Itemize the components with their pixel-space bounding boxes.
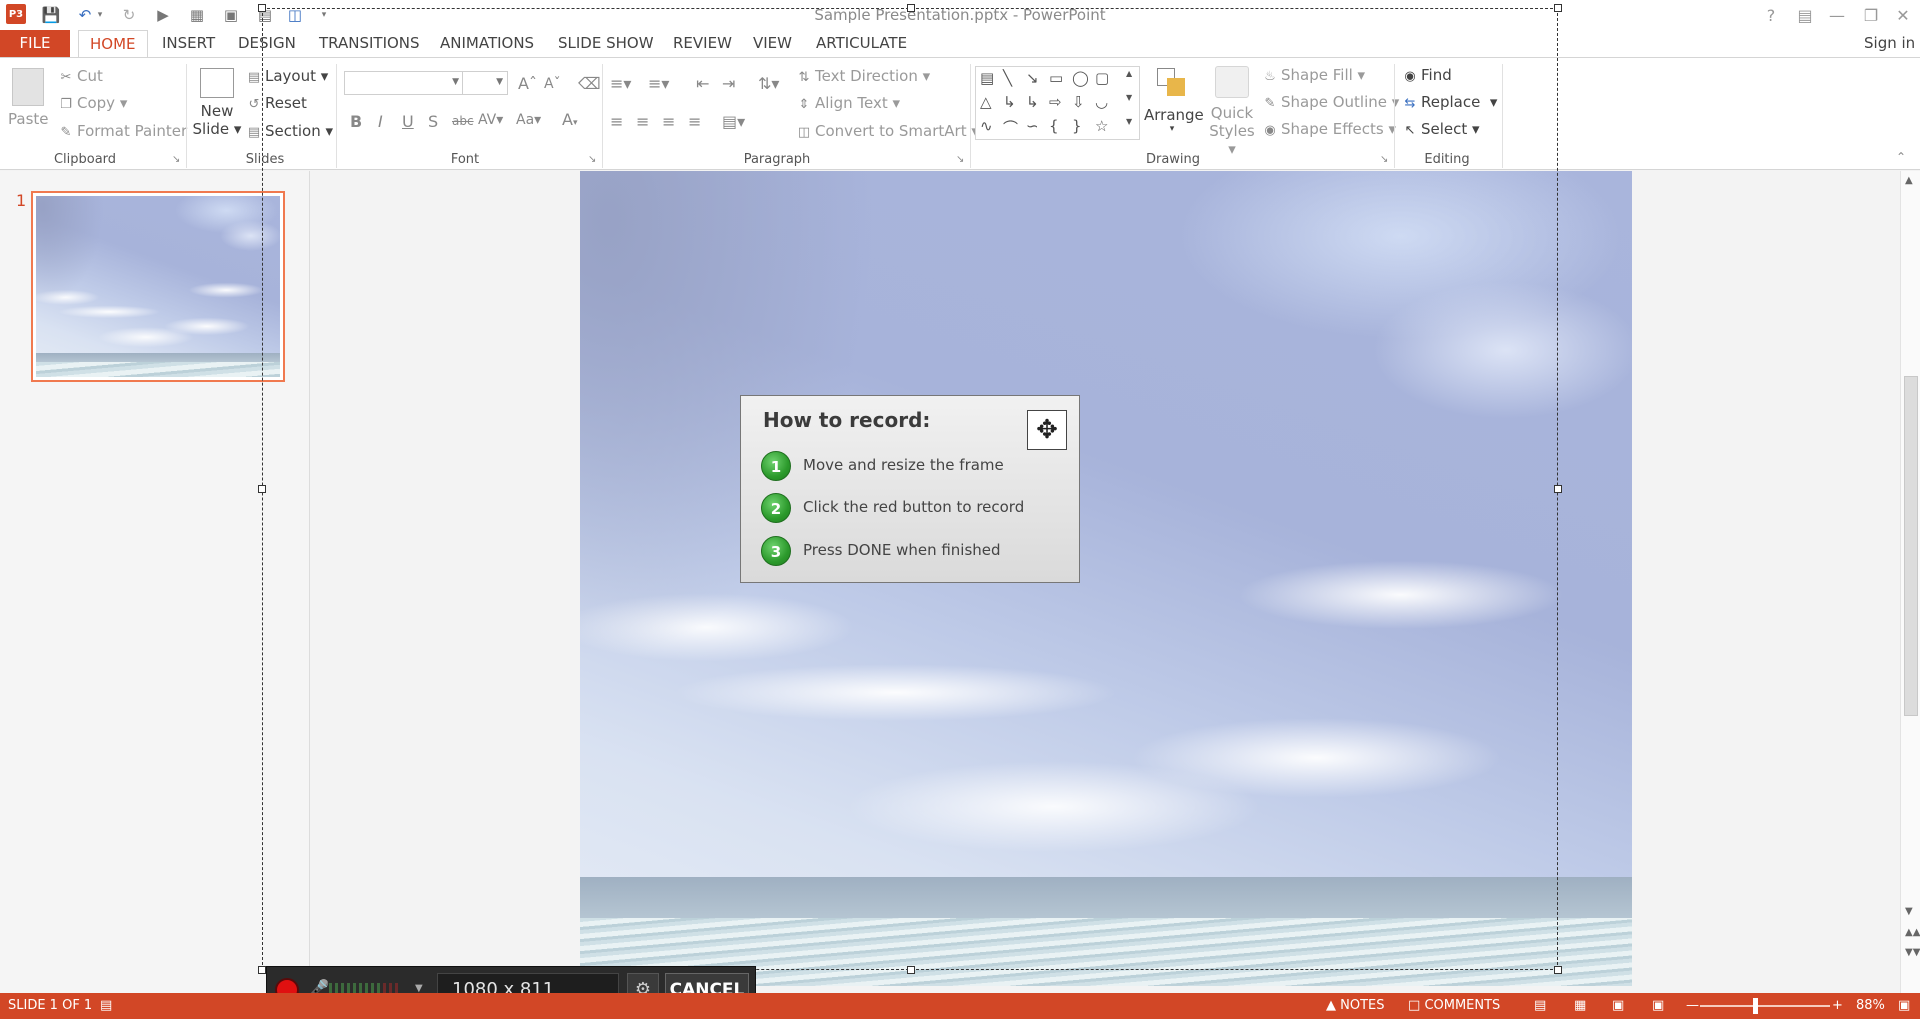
notes-button[interactable]: ▲ NOTES xyxy=(1326,998,1385,1013)
tab-file[interactable]: FILE xyxy=(0,30,70,58)
step-number-badge: 1 xyxy=(761,451,791,481)
step-text: Move and resize the frame xyxy=(803,456,1004,474)
minimize-icon[interactable]: — xyxy=(1822,4,1852,26)
notes-icon: ▲ xyxy=(1326,998,1336,1013)
step-number-badge: 2 xyxy=(761,493,791,523)
section-icon: ▤ xyxy=(247,125,261,140)
comments-button[interactable]: □ COMMENTS xyxy=(1408,998,1500,1013)
next-slide-icon[interactable]: ▼▼ xyxy=(1905,947,1920,958)
tab-home[interactable]: HOME xyxy=(78,30,148,58)
zoom-level[interactable]: 88% xyxy=(1856,998,1885,1013)
clipboard-launcher-icon[interactable]: ↘ xyxy=(172,154,180,165)
resize-handle-top[interactable] xyxy=(907,4,915,12)
how-to-record-panel: How to record: ✥ 1 Move and resize the f… xyxy=(740,395,1080,583)
move-frame-icon[interactable]: ✥ xyxy=(1027,410,1067,450)
brush-icon: ✎ xyxy=(60,125,72,140)
help-icon[interactable]: ? xyxy=(1756,4,1786,26)
step-text: Click the red button to record xyxy=(803,498,1025,516)
comment-icon: □ xyxy=(1408,998,1421,1013)
zoom-slider-track[interactable] xyxy=(1700,1005,1830,1007)
resize-handle-bottom[interactable] xyxy=(907,966,915,974)
paste-button[interactable]: Paste xyxy=(8,64,49,146)
copy-icon: ❐ xyxy=(60,97,72,112)
thumbnail-sky-image xyxy=(36,196,280,377)
resize-handle-right[interactable] xyxy=(1554,485,1562,493)
status-bar: SLIDE 1 OF 1 ▤ ▲ NOTES □ COMMENTS ▤ ▦ ▣ … xyxy=(0,993,1920,1019)
zoom-out-icon[interactable]: — xyxy=(1686,998,1699,1013)
resize-handle-top-right[interactable] xyxy=(1554,4,1562,12)
new-slide-button[interactable]: New Slide ▾ xyxy=(192,64,242,149)
scroll-down-icon[interactable]: ▼ xyxy=(1905,906,1913,917)
fit-slide-icon[interactable]: ▣ xyxy=(1898,998,1910,1013)
scroll-up-icon[interactable]: ▲ xyxy=(1905,175,1913,186)
copy-button[interactable]: ❐ Copy ▾ xyxy=(58,94,127,112)
slide-info: SLIDE 1 OF 1 xyxy=(8,998,93,1013)
paste-icon xyxy=(12,68,44,106)
scrollbar-thumb[interactable] xyxy=(1904,376,1918,716)
cut-button[interactable]: ✂ Cut xyxy=(58,67,103,85)
group-divider xyxy=(186,64,187,168)
zoom-slider-handle[interactable] xyxy=(1753,998,1758,1014)
resize-handle-bottom-left[interactable] xyxy=(258,966,266,974)
paste-label: Paste xyxy=(8,110,49,128)
layout-icon: ▤ xyxy=(247,70,261,85)
resize-handle-left[interactable] xyxy=(258,485,266,493)
slide-number: 1 xyxy=(16,191,27,210)
restore-icon[interactable]: ❐ xyxy=(1856,4,1886,26)
vertical-scrollbar[interactable]: ▲ ▼ ▲▲ ▼▼ xyxy=(1900,171,1920,993)
step-text: Press DONE when finished xyxy=(803,541,1001,559)
group-label-clipboard: Clipboard xyxy=(53,152,117,167)
new-slide-icon xyxy=(200,68,234,98)
resize-handle-bottom-right[interactable] xyxy=(1554,966,1562,974)
sign-in-link[interactable]: Sign in xyxy=(1864,30,1915,58)
normal-view-icon[interactable]: ▤ xyxy=(1534,998,1546,1013)
resize-handle-top-left[interactable] xyxy=(258,4,266,12)
slide-show-icon[interactable]: ▣ xyxy=(1652,998,1664,1013)
collapse-ribbon-icon[interactable]: ⌃ xyxy=(1896,150,1906,164)
tab-insert[interactable]: INSERT xyxy=(151,30,226,58)
format-painter-button[interactable]: ✎ Format Painter xyxy=(58,122,188,140)
reading-view-icon[interactable]: ▣ xyxy=(1612,998,1624,1013)
ribbon-display-icon[interactable]: ▤ xyxy=(1790,4,1820,26)
reset-icon: ↺ xyxy=(248,97,260,112)
zoom-in-icon[interactable]: + xyxy=(1832,998,1843,1013)
scissors-icon: ✂ xyxy=(60,70,72,85)
slide-thumbnail[interactable] xyxy=(31,191,285,382)
spell-check-icon[interactable]: ▤ xyxy=(100,998,112,1013)
previous-slide-icon[interactable]: ▲▲ xyxy=(1905,927,1920,938)
close-icon[interactable]: ✕ xyxy=(1888,4,1918,26)
step-number-badge: 3 xyxy=(761,536,791,566)
slide-sorter-icon[interactable]: ▦ xyxy=(1574,998,1586,1013)
how-to-record-title: How to record: xyxy=(763,408,931,432)
